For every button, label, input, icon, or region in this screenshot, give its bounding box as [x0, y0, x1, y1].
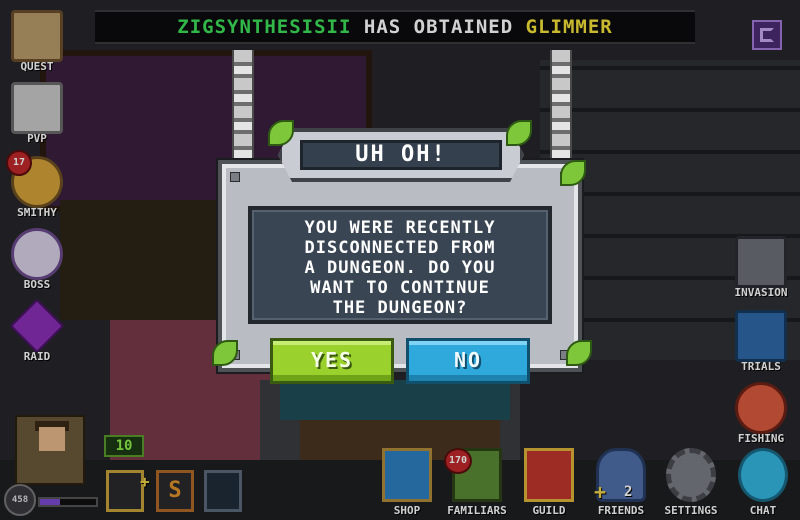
dialog-message: YOU WERE RECENTLY DISCONNECTED FROM A DU…	[304, 218, 496, 318]
no-button[interactable]: NO	[406, 338, 530, 384]
dialog-title: UH OH!	[300, 140, 502, 170]
dialog-message-panel: YOU WERE RECENTLY DISCONNECTED FROM A DU…	[248, 206, 552, 324]
rivet	[230, 172, 240, 182]
yes-button[interactable]: YES	[270, 338, 394, 384]
dialog-title-plate: UH OH!	[278, 128, 524, 182]
